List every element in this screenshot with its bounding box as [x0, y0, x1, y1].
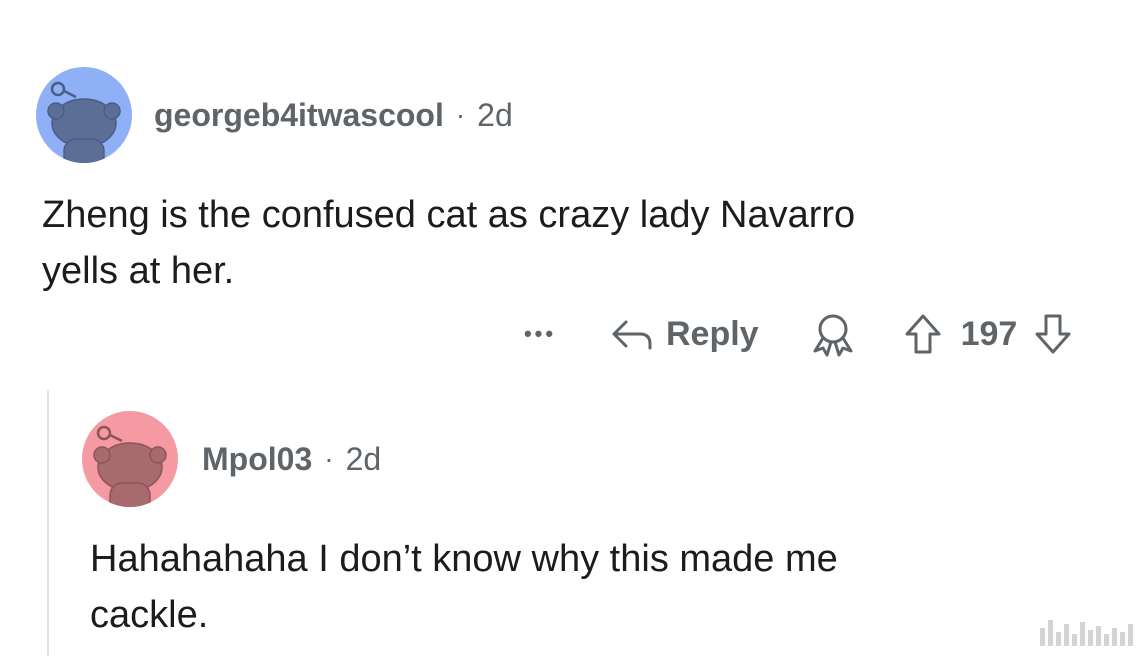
reply-button[interactable]: Reply — [610, 314, 759, 354]
vote-count: 197 — [960, 314, 1018, 353]
comment-action-bar: ••• Reply 197 — [510, 306, 1073, 362]
parent-body-line: Zheng is the confused cat as crazy lady … — [42, 194, 856, 236]
meta-separator: · — [455, 99, 466, 130]
reply-username[interactable]: Mpol03 — [202, 441, 312, 478]
reply-label: Reply — [666, 314, 759, 353]
upvote-button[interactable] — [903, 312, 943, 356]
reply-arrow-icon — [612, 320, 652, 350]
comment-thread: georgeb4itwascool · 2d Zheng is the conf… — [0, 0, 1143, 656]
award-icon — [813, 314, 853, 357]
parent-comment-body: Zheng is the confused cat as crazy lady … — [42, 187, 855, 299]
parent-age: 2d — [477, 96, 513, 133]
reply-meta: Mpol03 · 2d — [202, 441, 381, 478]
more-dots: ••• — [523, 321, 557, 346]
downvote-icon — [1035, 314, 1071, 354]
reply-comment-body: Hahahahaha I don’t know why this made me… — [90, 531, 838, 643]
upvote-icon — [905, 314, 941, 354]
reply-avatar[interactable] — [82, 411, 178, 507]
downvote-button[interactable] — [1033, 312, 1073, 356]
meta-separator: · — [324, 443, 334, 474]
snoo-avatar-icon — [93, 425, 167, 507]
reply-age: 2d — [345, 440, 382, 477]
reply-comment-header: Mpol03 · 2d — [82, 411, 381, 507]
thread-line[interactable] — [47, 390, 49, 656]
reply-body-line: Hahahahaha I don’t know why this made me — [90, 538, 838, 580]
watermark — [1040, 620, 1133, 646]
award-button[interactable] — [807, 311, 859, 357]
parent-avatar[interactable] — [36, 67, 132, 163]
snoo-avatar-icon — [47, 81, 121, 163]
parent-body-line: yells at her. — [42, 250, 235, 292]
parent-comment-header: georgeb4itwascool · 2d — [36, 67, 513, 163]
parent-meta: georgeb4itwascool · 2d — [154, 97, 513, 134]
reply-body-line: cackle. — [90, 594, 209, 636]
parent-username[interactable]: georgeb4itwascool — [154, 97, 444, 134]
more-options-button[interactable]: ••• — [510, 321, 570, 347]
